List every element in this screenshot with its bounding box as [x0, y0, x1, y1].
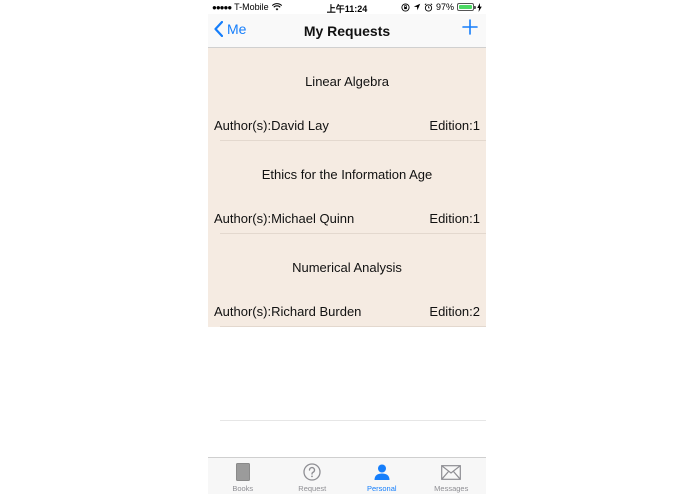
request-row[interactable]: Ethics for the Information Age Author(s)… [208, 141, 486, 234]
battery-percent: 97% [435, 2, 454, 12]
tab-label: Messages [434, 484, 469, 493]
request-row[interactable]: Numerical Analysis Author(s):Richard Bur… [208, 234, 486, 327]
location-arrow-icon [413, 3, 421, 11]
tab-books[interactable]: Books [208, 458, 278, 494]
envelope-icon [441, 464, 462, 480]
status-bar: ●●●●● T-Mobile 上午11:24 97% [208, 0, 486, 14]
page-title: My Requests [303, 23, 391, 39]
rotation-lock-icon [401, 2, 410, 12]
request-row[interactable]: Linear Algebra Author(s):David Lay Editi… [208, 48, 486, 141]
tab-label: Personal [366, 484, 397, 493]
request-title: Linear Algebra [305, 74, 389, 89]
person-icon [374, 464, 390, 480]
charging-bolt-icon [477, 2, 482, 12]
phone-screen: ●●●●● T-Mobile 上午11:24 97% Me My Request… [208, 0, 486, 494]
request-author: Author(s):Richard Burden [214, 304, 362, 319]
requests-list: Linear Algebra Author(s):David Lay Editi… [208, 48, 486, 327]
alarm-icon [424, 2, 433, 12]
request-edition: Edition:1 [429, 118, 480, 133]
status-right: 97% [401, 2, 482, 12]
tab-messages[interactable]: Messages [417, 458, 487, 494]
plus-icon [462, 19, 478, 35]
battery-icon [457, 3, 476, 11]
add-request-button[interactable] [462, 19, 478, 40]
list-separator [220, 420, 486, 421]
question-circle-icon [303, 463, 321, 481]
tab-label: Request [298, 484, 327, 493]
tab-bar: Books Request Personal Messages [208, 457, 486, 494]
request-edition: Edition:1 [429, 211, 480, 226]
request-title: Ethics for the Information Age [261, 167, 433, 182]
request-title: Numerical Analysis [292, 260, 402, 275]
tab-label: Books [232, 484, 254, 493]
tab-request[interactable]: Request [278, 458, 348, 494]
request-edition: Edition:2 [429, 304, 480, 319]
book-icon [235, 463, 250, 481]
request-author: Author(s):David Lay [214, 118, 329, 133]
navigation-bar: Me My Requests [208, 14, 486, 48]
tab-personal[interactable]: Personal [347, 458, 417, 494]
battery-level [459, 5, 472, 9]
request-author: Author(s):Michael Quinn [214, 211, 355, 226]
